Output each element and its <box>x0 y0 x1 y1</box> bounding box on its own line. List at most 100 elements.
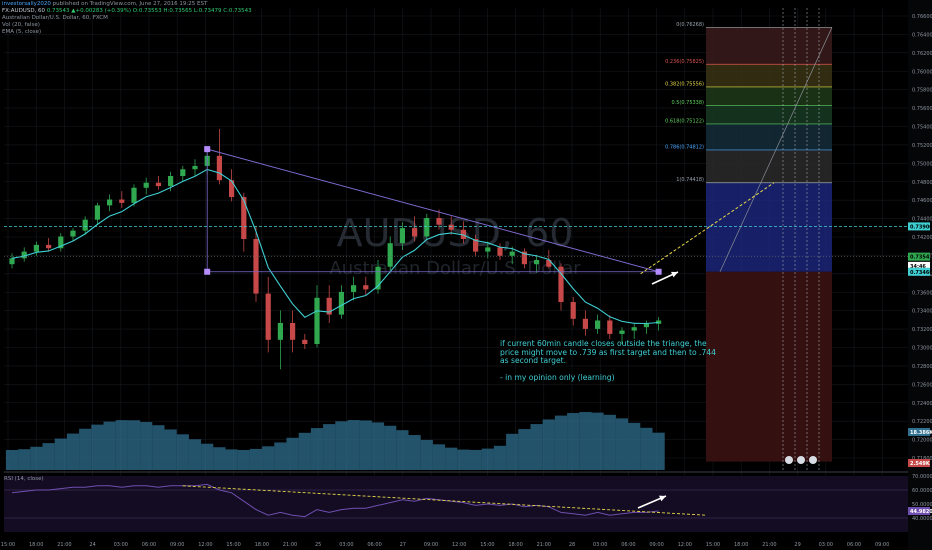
volume-bar <box>103 421 116 470</box>
event-flag <box>809 456 817 464</box>
candle-body <box>216 155 222 181</box>
price-tick-label: 0.73000 <box>912 346 932 352</box>
symbol-label[interactable]: FX:AUDUSD, 60 <box>2 8 45 14</box>
watermark-name: Australian Dollar/U.S. Dollar <box>329 258 581 279</box>
volume-bar <box>201 443 214 470</box>
rsi-legend[interactable]: RSI (14, close) <box>4 476 44 482</box>
time-tick-label: 21:00 <box>283 542 297 548</box>
volume-bar <box>347 420 360 470</box>
time-tick-label: 03:00 <box>593 542 607 548</box>
price-tick-label: 0.72200 <box>912 419 932 425</box>
time-tick-label: 29 <box>794 542 800 548</box>
time-tick-label: 09:00 <box>649 542 663 548</box>
volume-bar <box>445 447 458 470</box>
candle-body <box>9 258 15 265</box>
volume-bar <box>249 448 263 470</box>
candle-body <box>582 318 588 329</box>
price-tick-label: 0.75000 <box>912 161 932 167</box>
fib-zone <box>706 27 832 65</box>
candle-body <box>143 182 149 188</box>
price-tick-label: 0.76400 <box>912 32 932 38</box>
volume-bar <box>42 443 55 470</box>
candle-body <box>265 293 271 340</box>
event-flag <box>785 456 793 464</box>
volume-bar <box>628 422 641 470</box>
time-tick-label: 25 <box>315 542 321 548</box>
volume-bar <box>396 430 409 470</box>
time-tick-label: 18:00 <box>255 542 269 548</box>
volume-bar <box>18 449 31 470</box>
candle-body <box>338 291 344 315</box>
volume-bar <box>115 420 128 470</box>
indicator-ema-label[interactable]: EMA (5, close) <box>2 29 41 35</box>
price-tick-label: 0.75800 <box>912 88 932 94</box>
candle-body <box>290 323 296 340</box>
volume-bar <box>335 421 348 470</box>
candle-body <box>570 302 576 319</box>
volume-bar <box>384 425 397 470</box>
time-tick-label: 15:00 <box>480 542 494 548</box>
candle-body <box>82 219 88 231</box>
volume-bar <box>79 428 92 470</box>
candle-body <box>619 330 625 334</box>
time-tick-label: 09:00 <box>170 542 184 548</box>
price-chart[interactable]: AUDUSD, 60 Australian Dollar/U.S. Dollar… <box>0 0 932 550</box>
price-tick-label: 0.72800 <box>912 364 932 370</box>
volume-bar <box>359 420 372 470</box>
price-tick-label: 0.73400 <box>912 309 932 315</box>
fib-level-label: 0.618(0.75122) <box>665 118 704 124</box>
volume-bar <box>66 433 80 470</box>
candle-body <box>412 228 418 237</box>
candle-body <box>485 247 491 252</box>
pattern-point <box>204 268 211 275</box>
volume-bar <box>152 425 165 470</box>
time-tick-label: 21:00 <box>57 542 71 548</box>
candle-body <box>33 244 39 252</box>
volume-bar <box>225 449 238 470</box>
candle-body <box>643 323 649 328</box>
volume-bar <box>176 434 189 470</box>
volume-bar <box>457 449 470 470</box>
candle-body <box>94 205 100 220</box>
fib-zone <box>706 64 832 87</box>
candle-body <box>277 323 283 340</box>
time-tick-label: 15:00 <box>706 542 720 548</box>
volume-bar <box>530 424 543 470</box>
candle-body <box>534 260 540 265</box>
publish-info: published on TradingView.com, June 27, 2… <box>52 1 208 7</box>
price-tick-label: 0.76000 <box>912 69 932 75</box>
price-tick-label: 0.73600 <box>912 290 932 296</box>
volume-bar <box>127 420 141 470</box>
volume-bar <box>188 439 202 470</box>
indicator-volume-label[interactable]: Vol (20, false) <box>2 22 40 28</box>
publisher-name[interactable]: investorsally2020 <box>2 1 51 7</box>
price-tick-label: 0.76600 <box>912 14 932 20</box>
rsi-tag-label: 44.9820 <box>910 509 932 515</box>
volume-bar <box>579 412 592 470</box>
price-tick-label: 0.75200 <box>912 143 932 149</box>
candle-body <box>253 239 259 294</box>
price-tick-label: 0.76200 <box>912 51 932 57</box>
price-tick-label: 0.72600 <box>912 382 932 388</box>
volume-bar <box>213 447 226 470</box>
price-tick-label: 0.74400 <box>912 217 932 223</box>
candle-body <box>607 320 613 334</box>
volume-bar <box>262 446 275 470</box>
note-disclaimer: - in my opinion only (learning) <box>500 372 615 382</box>
candle-body <box>302 339 308 344</box>
chart-header: investorsally2020 published on TradingVi… <box>2 1 252 36</box>
volume-tag-label: 2.549K <box>910 461 931 467</box>
fib-zone <box>706 105 832 124</box>
candle-body <box>70 230 76 237</box>
price-tick-label: 0.75600 <box>912 106 932 112</box>
candle-body <box>631 327 637 331</box>
candle-body <box>595 320 601 329</box>
candle-body <box>168 176 174 187</box>
volume-bar <box>286 437 299 470</box>
fib-level-label: 0.5(0.75338) <box>671 100 704 106</box>
fib-level-label: 0.382(0.75556) <box>665 81 704 87</box>
fib-zone <box>706 149 832 183</box>
pair-title: Australian Dollar/U.S. Dollar, 60, FXCM <box>2 15 108 21</box>
candle-body <box>448 224 454 230</box>
volume-bar <box>298 432 311 470</box>
